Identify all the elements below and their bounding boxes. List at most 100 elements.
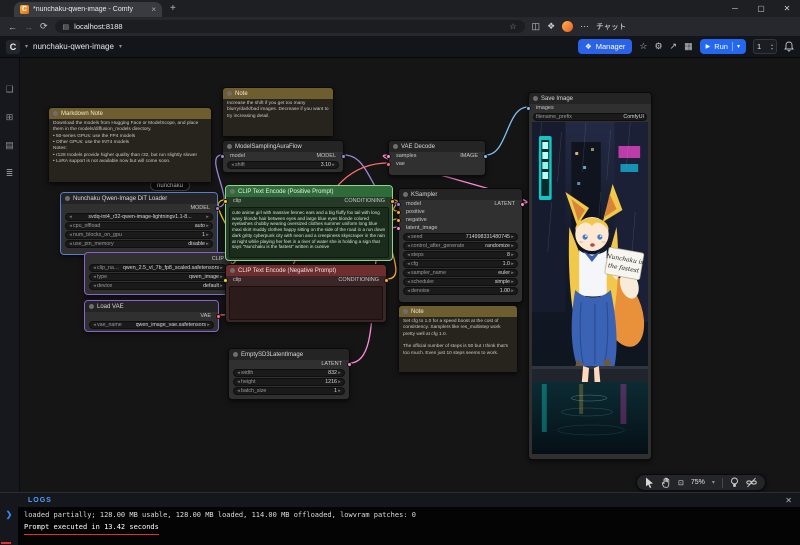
node-header[interactable]: Markdown Note	[49, 108, 211, 119]
node-markdown-note[interactable]: Markdown Note Download the models from H…	[48, 107, 212, 183]
output-slot-model[interactable]	[215, 205, 220, 211]
collapse-dot-icon[interactable]	[403, 309, 408, 314]
share-icon[interactable]: ↗	[670, 41, 678, 52]
output-slot-latent[interactable]	[347, 361, 352, 367]
collapse-dot-icon[interactable]	[393, 144, 398, 149]
tab-close-icon[interactable]: ×	[151, 5, 156, 14]
increment-icon[interactable]	[219, 265, 224, 271]
node-ksampler[interactable]: KSampler model LATENT positive negative …	[396, 188, 525, 303]
run-chevron-icon[interactable]: ▾	[737, 43, 740, 50]
node-nunchaku-dit-loader[interactable]: Nunchaku Qwen-Image DiT Loader MODEL svd…	[60, 192, 220, 255]
collapse-dot-icon[interactable]	[227, 144, 232, 149]
collapse-dot-icon[interactable]	[53, 111, 58, 116]
widget-filename-prefix[interactable]: filename_prefix ComfyUI	[533, 113, 647, 121]
split-screen-icon[interactable]: ◫	[532, 21, 541, 32]
collapse-dot-icon[interactable]	[65, 196, 70, 201]
increment-icon[interactable]	[337, 370, 342, 376]
widget-control-after-generate[interactable]: control_after_generate randomize	[403, 242, 518, 250]
increment-icon[interactable]	[510, 261, 515, 267]
node-clip-text-encode-negative[interactable]: CLIP Text Encode (Negative Prompt) clip …	[223, 264, 389, 323]
lightbulb-icon[interactable]	[730, 477, 739, 488]
bookmark-star-icon[interactable]: ☆	[509, 22, 516, 31]
logs-terminal[interactable]: loaded partially; 128.00 MB usable, 128.…	[18, 507, 800, 545]
increment-icon[interactable]	[510, 288, 515, 294]
new-tab-button[interactable]: +	[170, 3, 176, 14]
widget-scheduler[interactable]: scheduler simple	[403, 278, 518, 286]
node-header[interactable]: VAE Decode	[389, 141, 485, 152]
maximize-button[interactable]: ▢	[748, 0, 774, 17]
collapse-dot-icon[interactable]	[233, 352, 238, 357]
node-save-image[interactable]: Save Image images filename_prefix ComfyU…	[526, 92, 652, 460]
zoom-chevron-icon[interactable]: ▾	[712, 479, 715, 486]
workflows-icon[interactable]: ❏	[5, 84, 13, 95]
widget-vae-name[interactable]: vae_name qwen_image_vae.safetensors	[89, 321, 214, 329]
collapse-dot-icon[interactable]	[230, 268, 235, 273]
widget-use-pin-memory[interactable]: use_pin_memory disable	[65, 240, 213, 248]
widget-steps[interactable]: steps 8	[403, 251, 518, 259]
widget-seed[interactable]: seed 714998331480745	[403, 233, 518, 241]
collapse-dot-icon[interactable]	[403, 192, 408, 197]
node-load-vae[interactable]: Load VAE VAE vae_name qwen_image_vae.saf…	[84, 300, 221, 332]
node-header[interactable]: Note	[399, 306, 517, 317]
url-field[interactable]: ▤ localhost:8188 ☆	[54, 20, 525, 33]
input-slot-clip[interactable]	[223, 198, 228, 204]
star-icon[interactable]: ☆	[639, 41, 647, 52]
settings-icon[interactable]: ⚙	[654, 41, 662, 52]
output-slot-latent[interactable]	[520, 201, 525, 207]
widget-sampler-name[interactable]: sampler_name euler	[403, 269, 518, 277]
collapse-dot-icon[interactable]	[533, 96, 538, 101]
node-header[interactable]: ModelSamplingAuraFlow	[223, 141, 343, 152]
node-header[interactable]: EmptySD3LatentImage	[229, 349, 349, 360]
widget-device[interactable]: device default	[89, 282, 227, 290]
increment-icon[interactable]	[510, 279, 515, 285]
fit-view-icon[interactable]: ⊡	[678, 479, 684, 487]
prompt-textarea[interactable]	[229, 286, 383, 320]
increment-icon[interactable]	[337, 379, 342, 385]
node-empty-sd3-latent-image[interactable]: EmptySD3LatentImage LATENT width 832 hei…	[228, 348, 352, 400]
node-header[interactable]: CLIP Text Encode (Negative Prompt)	[226, 265, 386, 276]
input-slot-vae[interactable]	[386, 161, 391, 167]
notifications-bell-icon[interactable]	[784, 41, 794, 52]
input-slot-model[interactable]	[396, 201, 401, 207]
widget-denoise[interactable]: denoise 1.00	[403, 287, 518, 295]
node-header[interactable]: Note	[223, 88, 333, 99]
node-note-right[interactable]: Note Set cfg to 1.0 for a speed boost at…	[398, 305, 518, 373]
manager-button[interactable]: ❖ Manager	[578, 39, 633, 54]
workflow-chevron-icon[interactable]: ▾	[119, 43, 122, 50]
output-slot-image[interactable]	[483, 153, 488, 159]
node-note-top[interactable]: Note Increase the shift if you get too m…	[222, 87, 334, 137]
apps-grid-icon[interactable]: ▦	[684, 41, 693, 52]
widget-height[interactable]: height 1216	[233, 378, 345, 386]
decrement-icon[interactable]: ▾	[771, 46, 773, 51]
queue-icon[interactable]: ≣	[6, 168, 14, 179]
increment-icon[interactable]	[337, 388, 342, 394]
minimize-button[interactable]: ─	[722, 0, 748, 17]
node-header[interactable]: KSampler	[399, 189, 522, 200]
increment-icon[interactable]	[331, 162, 336, 168]
toggle-links-icon[interactable]	[746, 477, 757, 488]
model-library-icon[interactable]: ▤	[5, 140, 14, 151]
run-button[interactable]: ▶ Run ▾	[699, 39, 746, 54]
refresh-icon[interactable]: ⟳	[40, 21, 48, 32]
comfyui-logo[interactable]: C	[6, 39, 20, 54]
increment-icon[interactable]	[205, 241, 210, 247]
cursor-tool-icon[interactable]	[645, 477, 654, 488]
node-header[interactable]: CLIP Text Encode (Positive Prompt)	[226, 186, 392, 197]
zoom-level[interactable]: 75%	[691, 479, 705, 486]
batch-count-stepper[interactable]: 1 ▴ ▾	[753, 39, 777, 54]
node-clip-text-encode-positive[interactable]: CLIP Text Encode (Positive Prompt) clip …	[223, 185, 395, 261]
widget-clip-name[interactable]: clip_name qwen_2.5_vl_7b_fp8_scaled.safe…	[89, 264, 227, 272]
increment-icon[interactable]	[219, 283, 224, 289]
widget-type[interactable]: type qwen_image	[89, 273, 227, 281]
forward-icon[interactable]: →	[24, 22, 33, 32]
collapse-dot-icon[interactable]	[89, 304, 94, 309]
extensions-icon[interactable]: ❖	[547, 21, 555, 32]
collapse-dot-icon[interactable]	[227, 91, 232, 96]
node-header[interactable]: Load VAE	[85, 301, 218, 312]
input-slot-images[interactable]	[526, 105, 531, 111]
workflow-name[interactable]: nunchaku-qwen-image	[33, 42, 114, 51]
widget-width[interactable]: width 832	[233, 369, 345, 377]
increment-icon[interactable]	[205, 223, 210, 229]
input-slot-negative[interactable]	[396, 217, 401, 223]
node-header[interactable]: Save Image	[529, 93, 651, 104]
